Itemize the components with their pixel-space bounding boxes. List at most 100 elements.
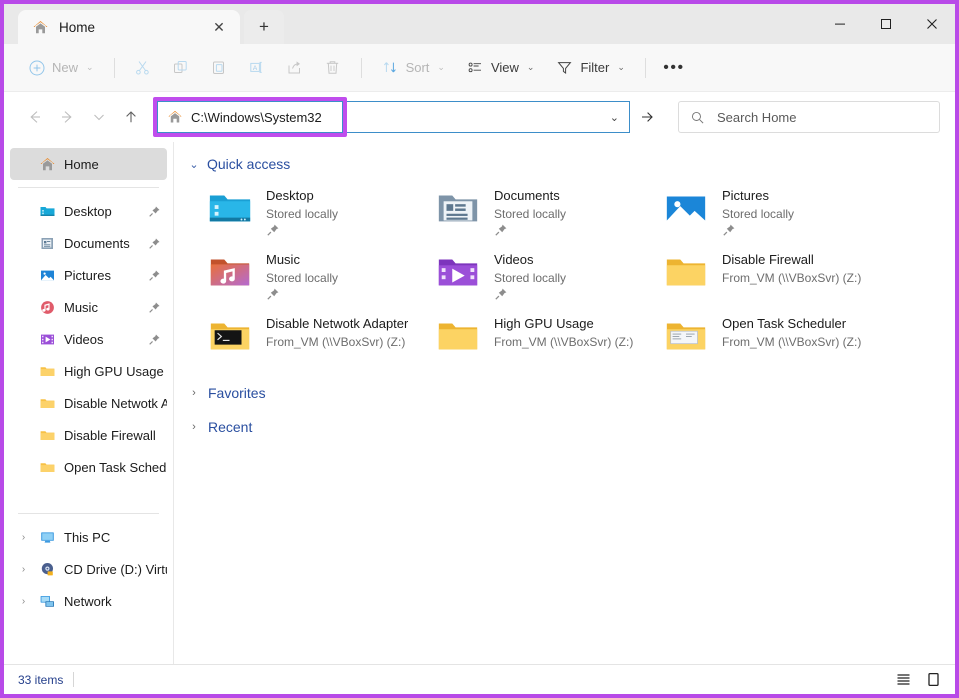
- trash-icon: [324, 59, 341, 76]
- chevron-down-icon: ⌄: [527, 62, 535, 73]
- quick-access-item[interactable]: Music Stored locally: [206, 246, 434, 310]
- sidebar-item-this-pc[interactable]: › This PC: [10, 521, 167, 553]
- filter-button[interactable]: Filter ⌄: [546, 52, 634, 84]
- up-button[interactable]: [115, 101, 147, 133]
- paste-button[interactable]: [201, 52, 237, 84]
- sidebar-item-disable-firewall[interactable]: Disable Firewall: [10, 419, 167, 451]
- toolbar-divider-3: [645, 58, 646, 78]
- chevron-right-icon[interactable]: ›: [16, 532, 31, 543]
- title-bar: Home ✕ +: [4, 4, 955, 44]
- scissors-icon: [134, 59, 151, 76]
- sidebar-item-label: Desktop: [64, 204, 112, 219]
- pin-icon: [494, 287, 566, 306]
- share-icon: [286, 59, 303, 76]
- item-subtitle: From_VM (\\VBoxSvr) (Z:): [722, 271, 861, 285]
- sidebar-item-open-task-scheduler[interactable]: Open Task Scheduler: [10, 451, 167, 483]
- sidebar-item-videos[interactable]: Videos: [10, 323, 167, 355]
- quick-access-item[interactable]: Disable Netwotk Adapter From_VM (\\VBoxS…: [206, 310, 434, 374]
- quick-access-item[interactable]: Open Task Scheduler From_VM (\\VBoxSvr) …: [662, 310, 890, 374]
- address-input[interactable]: C:\Windows\System32: [157, 101, 343, 133]
- pin-icon[interactable]: [148, 333, 161, 346]
- rename-icon: A: [248, 59, 265, 76]
- search-input[interactable]: Search Home: [678, 101, 940, 133]
- chevron-right-icon[interactable]: ›: [16, 564, 31, 575]
- maximize-icon[interactable]: [863, 4, 909, 44]
- close-icon[interactable]: [909, 4, 955, 44]
- folder-doc-icon: [662, 312, 710, 360]
- folder-icon: [39, 363, 56, 380]
- sidebar-item-documents[interactable]: Documents: [10, 227, 167, 259]
- quick-access-item-text: Disable Firewall From_VM (\\VBoxSvr) (Z:…: [722, 248, 861, 285]
- favorites-title: Favorites: [208, 385, 266, 401]
- sidebar-item-high-gpu-usage[interactable]: High GPU Usage: [10, 355, 167, 387]
- go-button[interactable]: [630, 101, 664, 133]
- folder-icon: [39, 459, 56, 476]
- sidebar-item-label: Disable Firewall: [64, 428, 156, 443]
- details-view-icon[interactable]: [893, 670, 913, 690]
- quick-access-item-text: Music Stored locally: [266, 248, 338, 306]
- view-button-label: View: [491, 60, 519, 75]
- chevron-right-icon[interactable]: ›: [16, 596, 31, 607]
- quick-access-item[interactable]: High GPU Usage From_VM (\\VBoxSvr) (Z:): [434, 310, 662, 374]
- close-icon[interactable]: ✕: [208, 16, 230, 38]
- view-button[interactable]: View ⌄: [457, 52, 545, 84]
- quick-access-item[interactable]: Videos Stored locally: [434, 246, 662, 310]
- quick-access-item[interactable]: Documents Stored locally: [434, 182, 662, 246]
- rename-button[interactable]: A: [239, 52, 275, 84]
- new-tab-button[interactable]: +: [244, 10, 284, 44]
- pin-icon[interactable]: [148, 205, 161, 218]
- large-icons-view-icon[interactable]: [923, 670, 943, 690]
- share-button[interactable]: [277, 52, 313, 84]
- filter-button-label: Filter: [580, 60, 609, 75]
- network-icon: [39, 593, 56, 610]
- quick-access-item[interactable]: Disable Firewall From_VM (\\VBoxSvr) (Z:…: [662, 246, 890, 310]
- svg-text:A: A: [253, 65, 258, 72]
- minimize-icon[interactable]: [817, 4, 863, 44]
- quick-access-item-text: High GPU Usage From_VM (\\VBoxSvr) (Z:): [494, 312, 633, 349]
- copy-button[interactable]: [163, 52, 199, 84]
- chevron-down-icon: ⌄: [188, 158, 200, 171]
- recent-locations-button[interactable]: [83, 101, 115, 133]
- sort-button[interactable]: Sort ⌄: [372, 52, 455, 84]
- sidebar-item-desktop[interactable]: Desktop: [10, 195, 167, 227]
- pin-icon: [722, 223, 794, 242]
- quick-access-item[interactable]: Pictures Stored locally: [662, 182, 890, 246]
- delete-button[interactable]: [315, 52, 351, 84]
- chevron-down-icon: ⌄: [86, 62, 94, 73]
- pin-icon[interactable]: [148, 269, 161, 282]
- quick-access-group-header[interactable]: ⌄ Quick access: [184, 150, 955, 178]
- recent-group-header[interactable]: › Recent: [184, 412, 955, 442]
- filter-icon: [556, 59, 573, 76]
- chevron-right-icon: ›: [188, 421, 200, 433]
- ellipsis-icon: •••: [663, 59, 684, 77]
- quick-access-item[interactable]: Desktop Stored locally: [206, 182, 434, 246]
- more-options-button[interactable]: •••: [656, 52, 692, 84]
- sidebar-item-music[interactable]: Music: [10, 291, 167, 323]
- sidebar-item-pictures[interactable]: Pictures: [10, 259, 167, 291]
- main-body: Home Desktop: [4, 142, 955, 664]
- chevron-down-icon: ⌄: [437, 62, 445, 73]
- address-bar-dropdown[interactable]: ⌄: [347, 101, 630, 133]
- cut-button[interactable]: [125, 52, 161, 84]
- address-path-text: C:\Windows\System32: [191, 110, 322, 125]
- sidebar-item-home[interactable]: Home: [10, 148, 167, 180]
- sidebar-item-network[interactable]: › Network: [10, 585, 167, 617]
- file-explorer-window: Home ✕ + New: [0, 0, 959, 698]
- address-bar-highlight: C:\Windows\System32: [153, 97, 347, 137]
- pictures-folder-icon: [39, 267, 56, 284]
- back-button[interactable]: [19, 101, 51, 133]
- sidebar-item-disable-network-adapter[interactable]: Disable Netwotk Ada: [10, 387, 167, 419]
- forward-button[interactable]: [51, 101, 83, 133]
- tab-home[interactable]: Home ✕: [18, 10, 240, 44]
- favorites-group-header[interactable]: › Favorites: [184, 378, 955, 408]
- pin-icon[interactable]: [148, 301, 161, 314]
- item-subtitle: From_VM (\\VBoxSvr) (Z:): [722, 335, 861, 349]
- sidebar-item-cd-drive[interactable]: › CD Drive (D:) VirtualE: [10, 553, 167, 585]
- pin-icon[interactable]: [148, 237, 161, 250]
- new-button[interactable]: New ⌄: [18, 52, 104, 84]
- pin-icon: [266, 287, 338, 306]
- folder-icon: [434, 312, 482, 360]
- clipboard-icon: [210, 59, 227, 76]
- sidebar-divider: [18, 187, 159, 188]
- sidebar-item-label: This PC: [64, 530, 110, 545]
